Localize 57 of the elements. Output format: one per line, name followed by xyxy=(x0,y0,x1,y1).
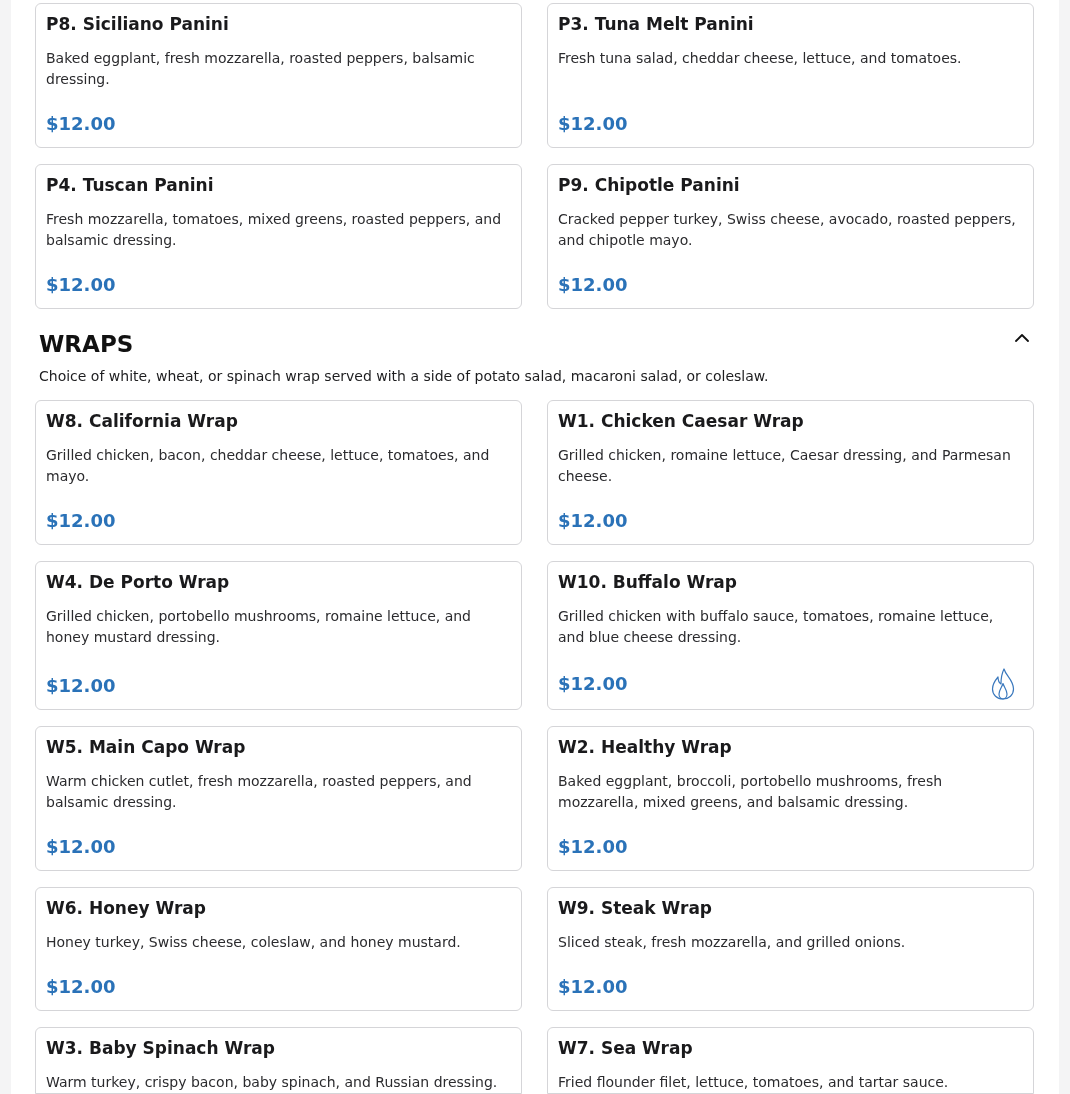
item-price: $12.00 xyxy=(558,835,628,859)
chevron-up-icon[interactable] xyxy=(1015,332,1029,342)
menu-item-card[interactable]: W1. Chicken Caesar Wrap Grilled chicken, romaine lettuce, Caesar dressing, and Parmesan cheese. $12.00 xyxy=(547,400,1034,545)
item-price: $12.00 xyxy=(558,112,628,136)
menu-item-card[interactable]: P3. Tuna Melt Panini Fresh tuna salad, cheddar cheese, lettuce, and tomatoes. $12.00 xyxy=(547,3,1034,148)
menu-item-card[interactable]: W7. Sea Wrap Fried flounder filet, lettuce, tomatoes, and tartar sauce. xyxy=(547,1027,1034,1094)
menu-item-card[interactable]: W6. Honey Wrap Honey turkey, Swiss cheese, coleslaw, and honey mustard. $12.00 xyxy=(35,887,522,1011)
menu-item-card[interactable]: W9. Steak Wrap Sliced steak, fresh mozzarella, and grilled onions. $12.00 xyxy=(547,887,1034,1011)
menu-item-card[interactable]: W8. California Wrap Grilled chicken, bacon, cheddar cheese, lettuce, tomatoes, and mayo. $12.00 xyxy=(35,400,522,545)
item-price: $12.00 xyxy=(46,112,116,136)
menu-item-card[interactable]: P9. Chipotle Panini Cracked pepper turkey, Swiss cheese, avocado, roasted peppers, and chipotle mayo. $12.00 xyxy=(547,164,1034,309)
item-title: W6. Honey Wrap xyxy=(46,897,207,919)
menu-item-card[interactable]: W10. Buffalo Wrap Grilled chicken with buffalo sauce, tomatoes, romaine lettuce, and blue cheese dressing. $12.00 xyxy=(547,561,1034,710)
item-title: W7. Sea Wrap xyxy=(558,1037,694,1059)
item-price: $12.00 xyxy=(46,835,116,859)
item-description: Grilled chicken, portobello mushrooms, romaine lettuce, and honey mustard dressing. xyxy=(46,607,472,647)
item-price: $12.00 xyxy=(46,975,116,999)
item-description: Baked eggplant, broccoli, portobello mushrooms, fresh mozzarella, mixed greens, and balsamic dressing. xyxy=(558,772,944,812)
menu-item-card[interactable]: W2. Healthy Wrap Baked eggplant, broccoli, portobello mushrooms, fresh mozzarella, mixed greens, and balsamic dressing. $12.00 xyxy=(547,726,1034,871)
item-price: $12.00 xyxy=(558,975,628,999)
item-title: W4. De Porto Wrap xyxy=(46,571,231,593)
item-description: Cracked pepper turkey, Swiss cheese, avocado, roasted peppers, and chipotle mayo. xyxy=(558,210,1017,250)
section-title: WRAPS xyxy=(39,330,134,359)
menu-item-card[interactable]: P8. Siciliano Panini Baked eggplant, fresh mozzarella, roasted peppers, balsamic dressing. $12.00 xyxy=(35,3,522,148)
item-title: P3. Tuna Melt Panini xyxy=(558,13,755,35)
item-price: $12.00 xyxy=(46,674,116,698)
item-price: $12.00 xyxy=(558,509,628,533)
item-description: Fried flounder filet, lettuce, tomatoes, and tartar sauce. xyxy=(558,1073,950,1092)
item-description: Warm turkey, crispy bacon, baby spinach, and Russian dressing. xyxy=(46,1073,499,1092)
item-title: W10. Buffalo Wrap xyxy=(558,571,738,593)
item-description: Grilled chicken, bacon, cheddar cheese, lettuce, tomatoes, and mayo. xyxy=(46,446,491,486)
menu-item-card[interactable]: W5. Main Capo Wrap Warm chicken cutlet, fresh mozzarella, roasted peppers, and balsamic dressing. $12.00 xyxy=(35,726,522,871)
item-title: P4. Tuscan Panini xyxy=(46,174,215,196)
item-price: $12.00 xyxy=(558,273,628,297)
item-description: Baked eggplant, fresh mozzarella, roasted peppers, balsamic dressing. xyxy=(46,49,476,89)
menu-item-card[interactable]: W3. Baby Spinach Wrap Warm turkey, crispy bacon, baby spinach, and Russian dressing. xyxy=(35,1027,522,1094)
item-title: W2. Healthy Wrap xyxy=(558,736,733,758)
section-description: Choice of white, wheat, or spinach wrap served with a side of potato salad, macaroni salad, or coleslaw. xyxy=(39,367,770,386)
item-title: W3. Baby Spinach Wrap xyxy=(46,1037,276,1059)
item-title: P9. Chipotle Panini xyxy=(558,174,741,196)
item-price: $12.00 xyxy=(46,509,116,533)
item-description: Fresh tuna salad, cheddar cheese, lettuce, and tomatoes. xyxy=(558,49,963,68)
item-description: Grilled chicken with buffalo sauce, tomatoes, romaine lettuce, and blue cheese dressing. xyxy=(558,607,995,647)
item-description: Sliced steak, fresh mozzarella, and grilled onions. xyxy=(558,933,907,952)
item-description: Warm chicken cutlet, fresh mozzarella, roasted peppers, and balsamic dressing. xyxy=(46,772,473,812)
item-description: Fresh mozzarella, tomatoes, mixed greens, roasted peppers, and balsamic dressing. xyxy=(46,210,503,250)
item-price: $12.00 xyxy=(46,273,116,297)
item-title: W1. Chicken Caesar Wrap xyxy=(558,410,805,432)
item-title: W8. California Wrap xyxy=(46,410,239,432)
item-price: $12.00 xyxy=(558,672,628,696)
item-title: W9. Steak Wrap xyxy=(558,897,714,919)
item-description: Grilled chicken, romaine lettuce, Caesar dressing, and Parmesan cheese. xyxy=(558,446,1012,486)
item-title: W5. Main Capo Wrap xyxy=(46,736,247,758)
menu-item-card[interactable]: P4. Tuscan Panini Fresh mozzarella, tomatoes, mixed greens, roasted peppers, and balsamic dressing. $12.00 xyxy=(35,164,522,309)
item-title: P8. Siciliano Panini xyxy=(46,13,230,35)
menu-item-card[interactable]: W4. De Porto Wrap Grilled chicken, portobello mushrooms, romaine lettuce, and honey mustard dressing. $12.00 xyxy=(35,561,522,710)
item-description: Honey turkey, Swiss cheese, coleslaw, and honey mustard. xyxy=(46,933,462,952)
